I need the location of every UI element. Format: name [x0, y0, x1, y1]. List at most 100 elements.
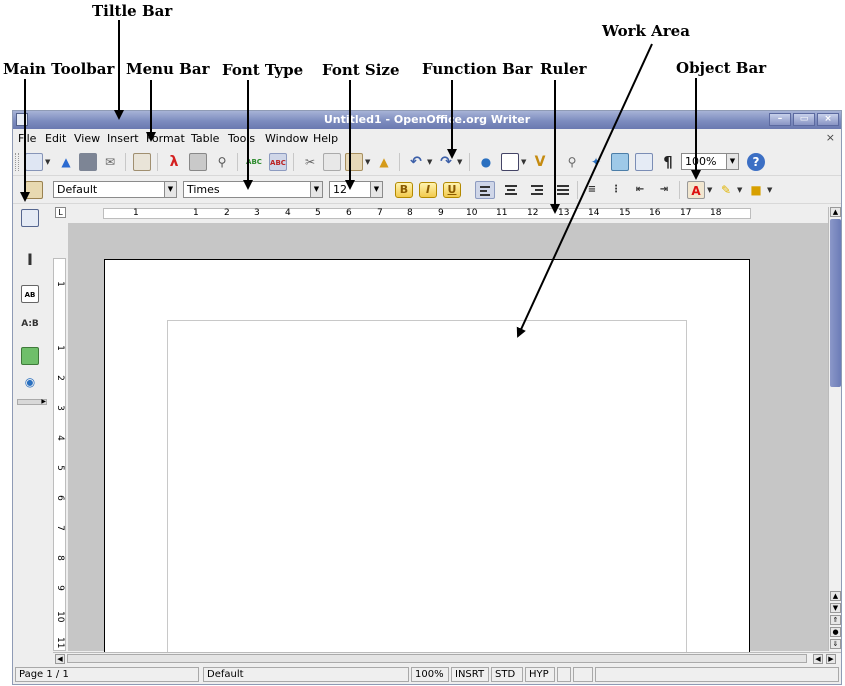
scroll-left-icon[interactable]: ◀ [55, 654, 65, 664]
help-icon[interactable]: ? [747, 153, 765, 171]
spellcheck-icon[interactable]: ABC [245, 153, 263, 171]
work-area[interactable] [68, 223, 828, 660]
print-icon[interactable] [189, 153, 207, 171]
hyperlink-icon[interactable]: ● [477, 153, 495, 171]
text-boundaries[interactable] [167, 320, 687, 660]
copy-icon[interactable] [323, 153, 341, 171]
scroll-up-icon[interactable]: ▲ [830, 207, 841, 217]
menu-help[interactable]: Help [313, 132, 338, 145]
minimize-button[interactable]: – [769, 113, 791, 126]
format-paintbrush-icon[interactable]: ▲ [375, 153, 393, 171]
horizontal-ruler[interactable]: L 1 1 2 3 4 5 6 7 8 9 10 11 12 13 14 15 … [53, 207, 828, 220]
find-replace-icon[interactable]: ⚲ [563, 153, 581, 171]
chevron-down-icon[interactable]: ▼ [164, 182, 176, 197]
edit-file-icon[interactable] [133, 153, 151, 171]
bold-button[interactable]: B [395, 182, 413, 198]
background-color-icon[interactable]: ■ [747, 181, 765, 199]
increase-indent-icon[interactable]: ⇥ [655, 181, 673, 199]
bullets-icon[interactable]: ⋮ [607, 181, 625, 199]
undo-icon[interactable]: ↶ [407, 153, 425, 171]
new-dropdown-icon[interactable]: ▼ [45, 158, 51, 166]
chevron-down-icon[interactable]: ▼ [370, 182, 382, 197]
menu-insert[interactable]: Insert [107, 132, 139, 145]
menu-window[interactable]: Window [265, 132, 308, 145]
underline-button[interactable]: U [443, 182, 461, 198]
menu-file[interactable]: File [18, 132, 36, 145]
insert-table-icon[interactable] [21, 209, 39, 227]
chevron-down-icon[interactable]: ▼ [726, 154, 738, 169]
menu-format[interactable]: Format [146, 132, 185, 145]
chevron-down-icon[interactable]: ▼ [310, 182, 322, 197]
open-icon[interactable]: ▲ [57, 153, 75, 171]
highlighting-dropdown-icon[interactable]: ▼ [737, 186, 743, 194]
align-right-button[interactable] [527, 181, 547, 199]
navigator-icon[interactable]: ◉ [21, 373, 39, 391]
tab-stop-icon[interactable]: L [55, 207, 66, 218]
font-color-dropdown-icon[interactable]: ▼ [707, 186, 713, 194]
draw-functions-icon[interactable]: V [531, 153, 549, 171]
align-left-button[interactable] [475, 181, 495, 199]
gallery-icon[interactable] [611, 153, 629, 171]
vertical-scrollbar[interactable]: ▲ ▲ ▼ ⇑ ● ⇓ [828, 207, 841, 651]
hscroll-thumb[interactable] [67, 654, 807, 663]
numbering-icon[interactable]: ≡ [583, 181, 601, 199]
justify-button[interactable] [553, 181, 573, 199]
font-color-icon[interactable]: A [687, 181, 705, 199]
insert-fields-icon[interactable]: AB [21, 285, 39, 303]
email-icon[interactable]: ✉ [101, 153, 119, 171]
redo-dropdown-icon[interactable]: ▼ [457, 158, 463, 166]
new-icon[interactable] [25, 153, 43, 171]
horizontal-scrollbar[interactable]: ◀ ◀ ▶ [53, 652, 841, 664]
italic-button[interactable]: I [419, 182, 437, 198]
document-page[interactable] [104, 259, 750, 660]
maximize-button[interactable]: ▭ [793, 113, 815, 126]
vertical-ruler[interactable]: 1 1 2 3 4 5 6 7 8 9 10 11 [53, 258, 66, 651]
background-color-dropdown-icon[interactable]: ▼ [767, 186, 773, 194]
selection-mode-indicator[interactable]: STD [491, 667, 523, 682]
insert-frame-icon[interactable] [21, 347, 39, 365]
next-page-icon[interactable]: ⇓ [830, 639, 841, 649]
previous-page-icon[interactable]: ⇑ [830, 615, 841, 625]
data-sources-icon[interactable] [635, 153, 653, 171]
close-button[interactable]: × [817, 113, 839, 126]
font-size-select[interactable]: 12 ▼ [329, 181, 383, 198]
highlighting-icon[interactable]: ✎ [717, 181, 735, 199]
navigation-icon[interactable]: ● [830, 627, 841, 637]
title-bar[interactable]: Untitled1 - OpenOffice.org Writer – ▭ × [13, 111, 841, 129]
table-dropdown-icon[interactable]: ▼ [521, 158, 527, 166]
align-center-button[interactable] [501, 181, 521, 199]
page-preview-icon[interactable]: ⚲ [213, 153, 231, 171]
insert-mode-indicator[interactable]: INSRT [451, 667, 489, 682]
nonprinting-chars-icon[interactable]: ¶ [659, 153, 677, 171]
paste-icon[interactable] [345, 153, 363, 171]
text-cursor-icon[interactable]: I [21, 251, 39, 269]
paragraph-style-select[interactable]: Default ▼ [53, 181, 177, 198]
hyperlink-mode-indicator[interactable]: HYP [525, 667, 555, 682]
zoom-select[interactable]: 100% ▼ [681, 153, 739, 170]
scroll-down-icon[interactable]: ▼ [830, 603, 841, 613]
decrease-indent-icon[interactable]: ⇤ [631, 181, 649, 199]
export-pdf-icon[interactable]: λ [165, 153, 183, 171]
close-document-icon[interactable]: × [826, 131, 835, 144]
scroll-up-icon[interactable]: ▲ [830, 591, 841, 601]
more-controls-icon[interactable]: ▶ [17, 399, 47, 405]
menu-view[interactable]: View [74, 132, 100, 145]
scroll-thumb[interactable] [830, 219, 841, 387]
page-style-indicator[interactable]: Default [203, 667, 409, 682]
menu-table[interactable]: Table [191, 132, 219, 145]
page-indicator[interactable]: Page 1 / 1 [15, 667, 199, 682]
zoom-indicator[interactable]: 100% [411, 667, 449, 682]
navigator-icon[interactable]: ✦ [587, 153, 605, 171]
cut-icon[interactable]: ✂ [301, 153, 319, 171]
scroll-left-icon[interactable]: ◀ [813, 654, 823, 664]
save-icon[interactable] [79, 153, 97, 171]
toolbar-handle[interactable] [15, 153, 19, 171]
font-name-select[interactable]: Times ▼ [183, 181, 323, 198]
paste-dropdown-icon[interactable]: ▼ [365, 158, 371, 166]
autocorrect-icon[interactable]: A:B [21, 315, 39, 333]
undo-dropdown-icon[interactable]: ▼ [427, 158, 433, 166]
redo-icon[interactable]: ↷ [437, 153, 455, 171]
scroll-right-icon[interactable]: ▶ [826, 654, 836, 664]
menu-tools[interactable]: Tools [228, 132, 255, 145]
table-icon[interactable] [501, 153, 519, 171]
